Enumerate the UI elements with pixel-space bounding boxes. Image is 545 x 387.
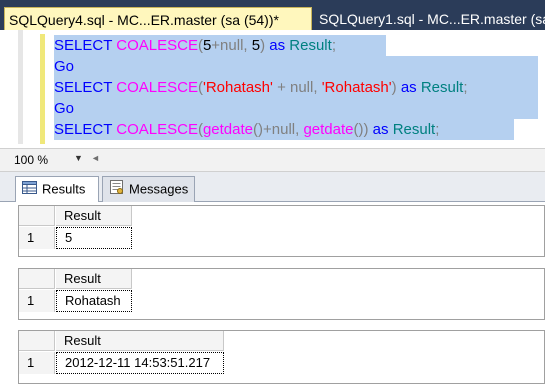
tab-sqlquery1[interactable]: SQLQuery1.sql - MC...ER.master (sa	[315, 7, 545, 30]
grid-corner[interactable]	[19, 269, 55, 289]
tab-messages-label: Messages	[129, 181, 189, 197]
scroll-left-icon[interactable]: ◄	[91, 153, 100, 163]
grid-corner[interactable]	[19, 331, 55, 351]
code-line-3[interactable]: SELECT COALESCE('Rohatash' + null, 'Roha…	[54, 77, 538, 98]
result-cell[interactable]: 2012-12-11 14:53:51.217	[56, 352, 224, 374]
document-tab-strip: SQLQuery4.sql - MC...ER.master (sa (54))…	[0, 0, 545, 30]
row-number[interactable]: 1	[19, 352, 55, 374]
tab-sqlquery1-label: SQLQuery1.sql - MC...ER.master (sa	[319, 11, 545, 27]
tab-sqlquery4[interactable]: SQLQuery4.sql - MC...ER.master (sa (54))…	[4, 7, 312, 30]
column-header-result[interactable]: Result	[56, 331, 224, 351]
row-number[interactable]: 1	[19, 290, 55, 312]
editor-margin	[18, 30, 23, 144]
column-header-result[interactable]: Result	[56, 206, 132, 226]
tab-messages[interactable]: Messages	[102, 176, 195, 202]
result-grid-1[interactable]: Result 1 5	[18, 205, 545, 257]
chevron-down-icon[interactable]: ▼	[74, 153, 83, 163]
code-line-4[interactable]: Go	[54, 98, 538, 119]
change-tracking-bar	[40, 34, 45, 144]
zoom-bar: 100 % ▼ ◄	[0, 148, 545, 172]
result-grid-2[interactable]: Result 1 Rohatash	[18, 268, 545, 320]
result-cell[interactable]: 5	[56, 227, 132, 249]
tab-sqlquery4-label: SQLQuery4.sql - MC...ER.master (sa (54))…	[9, 12, 279, 28]
code-line-2[interactable]: Go	[54, 56, 538, 77]
result-grid-3[interactable]: Result 1 2012-12-11 14:53:51.217	[18, 330, 545, 384]
code-line-5[interactable]: SELECT COALESCE(getdate()+null, getdate(…	[54, 119, 514, 140]
results-pane: Result 1 5 Result 1 Rohatash Result 1 20…	[0, 202, 545, 387]
messages-icon	[109, 178, 124, 202]
tab-results[interactable]: Results	[15, 176, 99, 203]
result-cell[interactable]: Rohatash	[56, 290, 132, 312]
code-line-1[interactable]: SELECT COALESCE(5+null, 5) as Result;	[54, 35, 386, 56]
tab-results-label: Results	[42, 181, 86, 197]
row-number[interactable]: 1	[19, 227, 55, 249]
result-tab-strip: Results Messages	[0, 172, 545, 203]
zoom-value: 100 %	[14, 153, 49, 167]
grid-icon	[22, 178, 37, 202]
column-header-result[interactable]: Result	[56, 269, 132, 289]
query-editor[interactable]: SELECT COALESCE(5+null, 5) as Result; Go…	[0, 30, 545, 148]
grid-corner[interactable]	[19, 206, 55, 226]
